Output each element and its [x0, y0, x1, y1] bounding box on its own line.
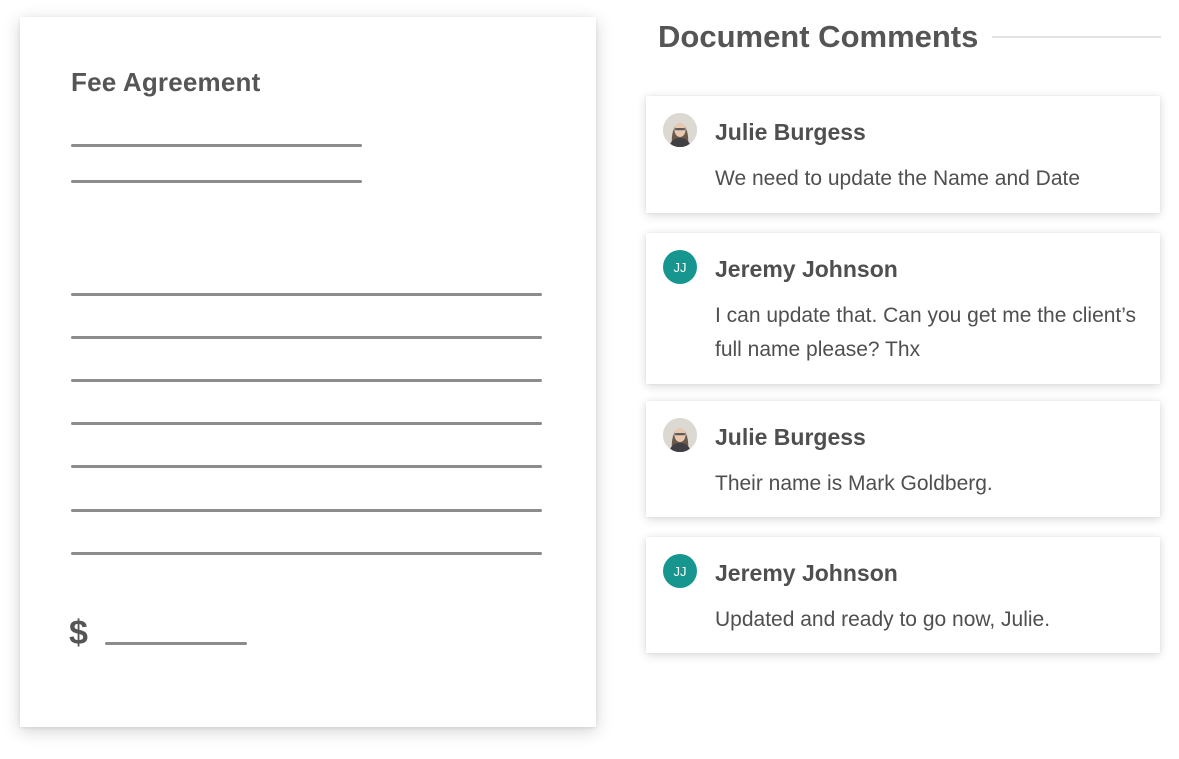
avatar — [663, 113, 697, 147]
comment-card: JJ Jeremy Johnson Updated and ready to g… — [646, 537, 1160, 653]
comment-card: Julie Burgess Their name is Mark Goldber… — [646, 401, 1160, 517]
comment-author: Jeremy Johnson — [715, 256, 898, 282]
comment-author: Julie Burgess — [715, 424, 866, 450]
comment-text: Updated and ready to go now, Julie. — [715, 608, 1051, 631]
placeholder-line — [71, 144, 362, 147]
avatar: JJ — [663, 554, 697, 588]
avatar: JJ — [663, 250, 697, 284]
placeholder-line — [71, 465, 542, 468]
document-page: Fee Agreement $ — [20, 17, 596, 727]
dollar-sign: $ — [69, 614, 88, 652]
comment-card: JJ Jeremy Johnson I can update that. Can… — [646, 233, 1160, 384]
placeholder-line — [71, 552, 542, 555]
placeholder-line — [71, 422, 542, 425]
comment-text: Their name is Mark Goldberg. — [715, 472, 993, 495]
comment-text: I can update that. Can you get me the cl… — [715, 304, 1137, 361]
user-photo-icon — [663, 113, 697, 147]
comments-title: Document Comments — [658, 19, 979, 54]
placeholder-line — [71, 509, 542, 512]
placeholder-line — [71, 336, 542, 339]
comment-text: We need to update the Name and Date — [715, 167, 1081, 190]
placeholder-line — [71, 180, 362, 183]
amount-line — [105, 642, 247, 645]
title-divider — [992, 36, 1161, 38]
placeholder-line — [71, 293, 542, 296]
user-photo-icon — [663, 418, 697, 452]
comment-author: Jeremy Johnson — [715, 560, 898, 586]
avatar — [663, 418, 697, 452]
comment-card: Julie Burgess We need to update the Name… — [646, 96, 1160, 213]
comment-author: Julie Burgess — [715, 119, 866, 145]
placeholder-line — [71, 379, 542, 382]
document-title: Fee Agreement — [71, 67, 261, 97]
